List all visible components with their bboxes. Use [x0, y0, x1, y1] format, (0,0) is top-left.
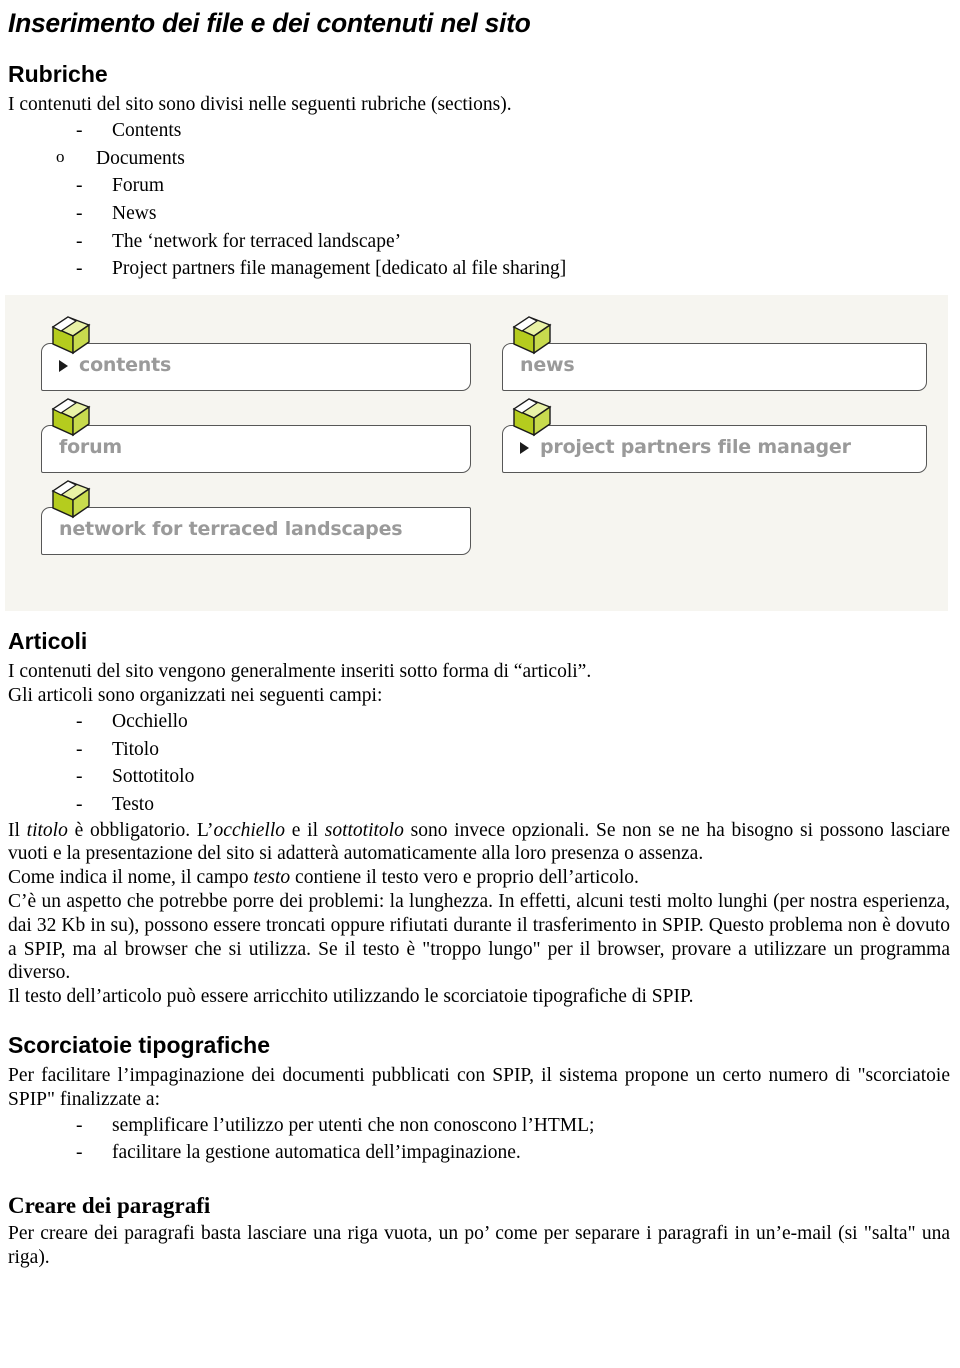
list-bullet: - — [76, 230, 83, 252]
list-item: - Sottotitolo — [76, 763, 960, 791]
text-run: Come indica il nome, il campo — [8, 867, 254, 889]
list-bullet: - — [76, 175, 83, 197]
rubriche-list-cont: - Forum - News - The ‘network for terrac… — [0, 172, 960, 283]
list-item-label: News — [112, 202, 157, 224]
heading-paragrafi: Creare dei paragrafi — [8, 1193, 211, 1219]
emphasis-titolo: titolo — [26, 819, 68, 841]
list-bullet: - — [76, 766, 83, 788]
page-title: Inserimento dei file e dei contenuti nel… — [8, 8, 531, 38]
list-bullet: o — [56, 146, 65, 166]
rubriche-sublist: o Documents — [0, 145, 960, 173]
list-item-label: Documents — [96, 147, 185, 169]
green-cube-icon — [512, 398, 552, 437]
articoli-fields-list: - Occhiello - Titolo - Sottotitolo - Tes… — [0, 708, 960, 819]
list-bullet: - — [76, 258, 83, 280]
rubric-label: news — [520, 354, 575, 377]
rubriche-intro: I contenuti del sito sono divisi nelle s… — [8, 94, 512, 116]
list-item-label: Testo — [112, 793, 154, 815]
articoli-p5: C’è un aspetto che potrebbe porre dei pr… — [8, 890, 950, 984]
heading-scorciatoie: Scorciatoie tipografiche — [8, 1031, 271, 1058]
paragrafi-p1: Per creare dei paragrafi basta lasciare … — [8, 1223, 950, 1269]
rubriche-list: - Contents — [0, 117, 960, 145]
green-cube-icon — [51, 316, 91, 355]
list-bullet: - — [76, 738, 83, 760]
list-item-label: Contents — [112, 119, 182, 141]
rubric-label: project partners file manager — [540, 436, 851, 459]
articoli-p2: Gli articoli sono organizzati nei seguen… — [8, 685, 383, 707]
green-cube-icon — [51, 480, 91, 519]
list-bullet: - — [76, 119, 83, 141]
emphasis-testo: testo — [253, 867, 291, 889]
rubric-label: network for terraced landscapes — [59, 518, 403, 541]
list-bullet: - — [76, 793, 83, 815]
rubric-forum[interactable]: forum — [41, 395, 471, 477]
list-item: - Occhiello — [76, 708, 960, 736]
list-item: - Project partners file management [dedi… — [76, 255, 960, 283]
articoli-p4: Come indica il nome, il campo testo cont… — [8, 866, 950, 890]
scorciatoie-list: - semplificare l’utilizzo per utenti che… — [0, 1112, 960, 1167]
list-bullet: - — [76, 202, 83, 224]
list-item: - Titolo — [76, 736, 960, 764]
heading-rubriche: Rubriche — [8, 60, 108, 87]
list-bullet: - — [76, 1114, 83, 1136]
list-item-label: Project partners file management [dedica… — [112, 258, 567, 280]
list-item-label: facilitare la gestione automatica dell’i… — [112, 1142, 521, 1164]
list-item: - News — [76, 200, 960, 228]
triangle-right-icon — [59, 360, 68, 373]
rubric-column-left: contents forum network for terraced land… — [41, 313, 471, 559]
emphasis-sottotitolo: sottotitolo — [324, 819, 404, 841]
document-page: Inserimento dei file e dei contenuti nel… — [0, 8, 960, 1368]
embedded-screenshot: contents forum network for terraced land… — [5, 295, 948, 612]
rubric-label: contents — [79, 354, 172, 377]
list-item: - Contents — [76, 117, 960, 145]
rubric-label: forum — [59, 436, 123, 459]
triangle-right-icon — [520, 442, 529, 455]
heading-articoli: Articoli — [8, 628, 88, 655]
rubric-project-partners-file-manager[interactable]: project partners file manager — [502, 395, 927, 477]
text-run: è obbligatorio. L’ — [67, 819, 214, 841]
list-item: - The ‘network for terraced landscape’ — [76, 228, 960, 256]
list-item-label: semplificare l’utilizzo per utenti che n… — [112, 1114, 595, 1136]
list-item-label: The ‘network for terraced landscape’ — [112, 230, 402, 252]
list-item-label: Forum — [112, 175, 165, 197]
articoli-p1: I contenuti del sito vengono generalment… — [8, 661, 592, 683]
list-bullet: - — [76, 1142, 83, 1164]
rubric-news[interactable]: news — [502, 313, 927, 395]
text-run: contiene il testo vero e proprio dell’ar… — [290, 867, 639, 889]
list-item-label: Sottotitolo — [112, 766, 195, 788]
rubric-contents[interactable]: contents — [41, 313, 471, 395]
list-item: - Forum — [76, 172, 960, 200]
list-item: - facilitare la gestione automatica dell… — [76, 1139, 960, 1167]
articoli-p3: Il titolo è obbligatorio. L’occhiello e … — [8, 819, 950, 867]
list-item: o Documents — [56, 145, 960, 173]
list-item: - semplificare l’utilizzo per utenti che… — [76, 1112, 960, 1140]
green-cube-icon — [512, 316, 552, 355]
green-cube-icon — [51, 398, 91, 437]
text-run: Il — [8, 819, 27, 841]
emphasis-occhiello: occhiello — [213, 819, 286, 841]
text-run: e il — [285, 819, 325, 841]
rubric-column-right: news project partners file manager — [502, 313, 927, 477]
rubric-network-terraced[interactable]: network for terraced landscapes — [41, 477, 471, 559]
list-bullet: - — [76, 710, 83, 732]
list-item-label: Titolo — [112, 738, 159, 760]
list-item: - Testo — [76, 791, 960, 819]
scorciatoie-p1: Per facilitare l’impaginazione dei docum… — [8, 1065, 950, 1110]
articoli-p6: Il testo dell’articolo può essere arricc… — [8, 986, 694, 1008]
list-item-label: Occhiello — [112, 710, 188, 732]
